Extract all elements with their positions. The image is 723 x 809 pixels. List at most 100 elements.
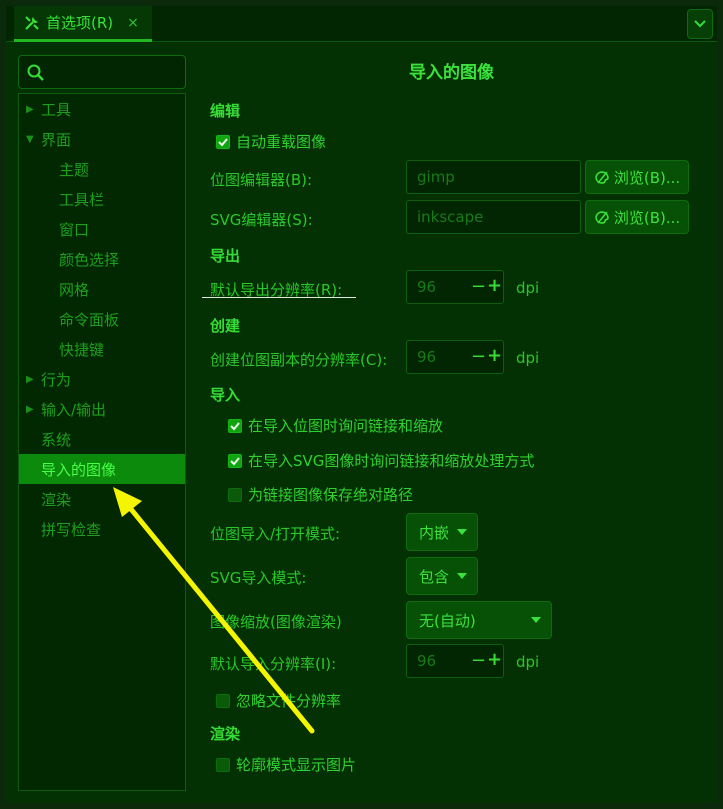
sidebar-item-color-selector[interactable]: 颜色选择 (19, 244, 185, 274)
palette-icon (595, 211, 609, 224)
ask-svg-label: 在导入SVG图像时询问链接和缩放处理方式 (248, 452, 535, 470)
caret-down-icon (531, 617, 541, 623)
plus-icon[interactable]: + (487, 345, 502, 366)
caret-down-icon (457, 529, 467, 535)
sidebar-item-label: 系统 (41, 430, 72, 449)
section-edit-heading: 编辑 (210, 102, 241, 120)
ignore-resolution-label: 忽略文件分辨率 (236, 692, 342, 710)
sidebar-item-label: 窗口 (59, 220, 90, 239)
tab-title: 首选项(R) (46, 14, 114, 32)
bitmap-editor-field[interactable]: gimp (406, 160, 581, 194)
sidebar-item-label: 工具栏 (59, 190, 105, 209)
auto-reload-label: 自动重载图像 (236, 133, 327, 151)
bitmap-import-mode-dropdown[interactable]: 内嵌 (406, 513, 478, 551)
create-resolution-stepper[interactable]: 96 − + (406, 340, 504, 374)
sidebar-item-behavior[interactable]: ▶ 行为 (19, 364, 185, 394)
sidebar-item-grids[interactable]: 网格 (19, 274, 185, 304)
section-render-heading: 渲染 (210, 725, 241, 743)
tab-preferences[interactable]: 首选项(R) × (14, 6, 152, 42)
checkbox-unchecked-icon[interactable] (228, 487, 242, 502)
page-title: 导入的图像 (409, 63, 494, 83)
outline-show-images-checkbox[interactable]: 轮廓模式显示图片 (216, 754, 356, 775)
svg-import-mode-dropdown[interactable]: 包含 (406, 557, 478, 595)
close-icon[interactable]: × (127, 15, 139, 31)
sidebar-item-label: 输入/输出 (41, 400, 107, 419)
create-resolution-label: 创建位图副本的分辨率(C): (210, 351, 388, 369)
sidebar-item-input-output[interactable]: ▶ 输入/输出 (19, 394, 185, 424)
browse-label: 浏览(B)... (613, 168, 681, 187)
import-resolution-label: 默认导入分辨率(I): (210, 655, 337, 673)
dropdown-value: 无(自动) (419, 611, 476, 630)
stepper-value: 96 (417, 278, 437, 296)
sidebar-item-label: 颜色选择 (59, 250, 120, 269)
minus-icon[interactable]: − (471, 650, 486, 671)
expand-arrow-icon[interactable]: ▶ (26, 374, 34, 385)
sidebar-item-label: 网格 (59, 280, 90, 299)
sidebar-item-theme[interactable]: 主题 (19, 154, 185, 184)
checkbox-checked-icon[interactable] (228, 418, 242, 433)
bitmap-editor-label: 位图编辑器(B): (210, 171, 313, 189)
stepper-value: 96 (417, 652, 437, 670)
chevron-down-icon (694, 20, 706, 28)
search-icon (27, 64, 44, 81)
sidebar-item-label: 导入的图像 (41, 460, 117, 479)
sidebar-item-label: 快捷键 (59, 340, 105, 359)
sidebar-item-label: 拼写检查 (41, 520, 102, 539)
unit-label: dpi (516, 349, 540, 367)
dropdown-value: 内嵌 (419, 523, 450, 542)
preferences-tree: ▶ 工具 ▼ 界面 主题 工具栏 窗口 颜色选择 网格 命令面板 快捷键 ▶ 行… (18, 93, 186, 791)
export-resolution-stepper[interactable]: 96 − + (406, 270, 504, 304)
sidebar-item-tools[interactable]: ▶ 工具 (19, 94, 185, 124)
checkbox-checked-icon[interactable] (228, 453, 242, 468)
ask-bitmap-label: 在导入位图时询问链接和缩放 (248, 417, 444, 435)
sidebar-item-label: 主题 (59, 160, 90, 179)
tab-menu-button[interactable] (687, 9, 713, 39)
bitmap-import-mode-label: 位图导入/打开模式: (210, 525, 341, 543)
sidebar-item-imported-images[interactable]: 导入的图像 (19, 454, 185, 484)
sidebar-item-system[interactable]: 系统 (19, 424, 185, 454)
import-resolution-stepper[interactable]: 96 − + (406, 644, 504, 678)
sidebar-item-keyboard-shortcuts[interactable]: 快捷键 (19, 334, 185, 364)
outline-show-images-label: 轮廓模式显示图片 (236, 756, 357, 774)
expand-arrow-icon[interactable]: ▶ (26, 404, 34, 415)
sidebar-item-command-palette[interactable]: 命令面板 (19, 304, 185, 334)
store-absolute-path-checkbox[interactable]: 为链接图像保存绝对路径 (228, 484, 413, 505)
minus-icon[interactable]: − (471, 276, 486, 297)
svg-editor-label: SVG编辑器(S): (210, 211, 313, 229)
section-import-heading: 导入 (210, 386, 241, 404)
sidebar-item-label: 工具 (41, 100, 72, 119)
section-export-heading: 导出 (210, 247, 241, 265)
collapse-arrow-icon[interactable]: ▼ (26, 134, 34, 145)
sidebar-item-spellcheck[interactable]: 拼写检查 (19, 514, 185, 544)
checkbox-checked-icon[interactable] (216, 134, 230, 149)
plus-icon[interactable]: + (487, 649, 502, 670)
sidebar-item-label: 行为 (41, 370, 72, 389)
checkbox-unchecked-icon[interactable] (216, 693, 230, 708)
tools-icon (25, 15, 39, 30)
label-underline (202, 297, 356, 298)
dropdown-value: 包含 (419, 567, 450, 586)
svg-browse-button[interactable]: 浏览(B)... (585, 200, 689, 234)
bitmap-browse-button[interactable]: 浏览(B)... (585, 160, 689, 194)
browse-label: 浏览(B)... (613, 208, 681, 227)
sidebar-item-label: 渲染 (41, 490, 72, 509)
sidebar-item-label: 命令面板 (59, 310, 120, 329)
plus-icon[interactable]: + (487, 275, 502, 296)
minus-icon[interactable]: − (471, 346, 486, 367)
sidebar-item-rendering[interactable]: 渲染 (19, 484, 185, 514)
sidebar-item-interface[interactable]: ▼ 界面 (19, 124, 185, 154)
auto-reload-checkbox[interactable]: 自动重载图像 (216, 131, 326, 152)
ask-bitmap-checkbox[interactable]: 在导入位图时询问链接和缩放 (228, 415, 443, 436)
unit-label: dpi (516, 279, 540, 297)
ask-svg-checkbox[interactable]: 在导入SVG图像时询问链接和缩放处理方式 (228, 450, 534, 471)
sidebar-item-label: 界面 (41, 130, 72, 149)
svg-editor-field[interactable]: inkscape (406, 200, 581, 234)
stepper-value: 96 (417, 348, 437, 366)
image-scaling-dropdown[interactable]: 无(自动) (406, 601, 552, 639)
ignore-resolution-checkbox[interactable]: 忽略文件分辨率 (216, 690, 341, 711)
checkbox-unchecked-icon[interactable] (216, 757, 230, 772)
search-input[interactable] (18, 55, 186, 89)
sidebar-item-windows[interactable]: 窗口 (19, 214, 185, 244)
sidebar-item-toolbars[interactable]: 工具栏 (19, 184, 185, 214)
expand-arrow-icon[interactable]: ▶ (26, 104, 34, 115)
